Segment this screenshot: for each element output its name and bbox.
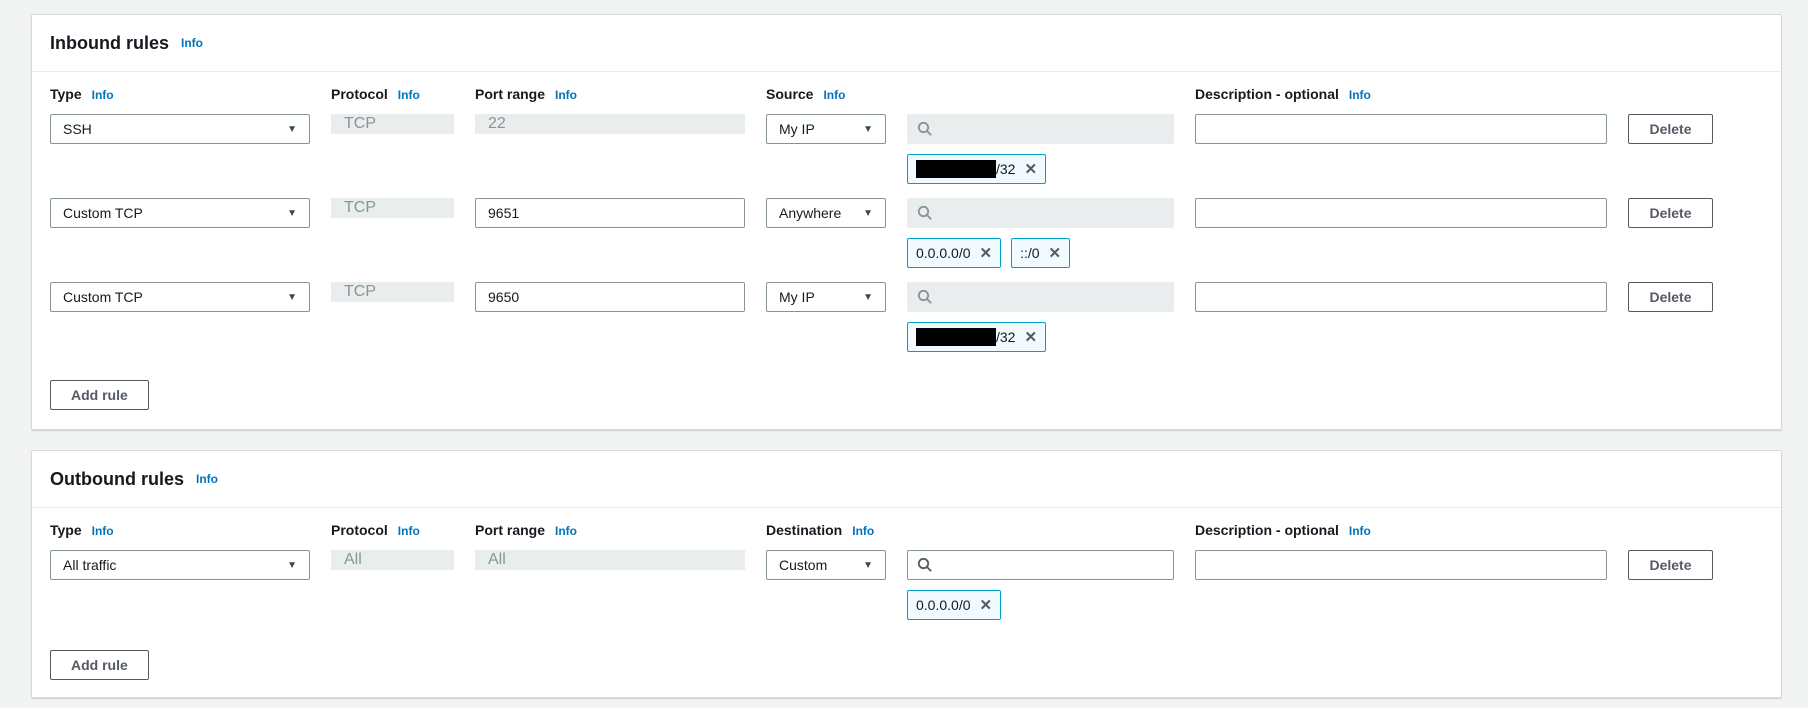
cidr-token: 0.0.0.0/0 ✕	[907, 238, 1001, 268]
type-select[interactable]: Custom TCP ▼	[50, 198, 310, 228]
chevron-down-icon: ▼	[287, 292, 297, 303]
description-input[interactable]	[1195, 282, 1607, 312]
remove-token-icon[interactable]: ✕	[1024, 162, 1037, 177]
inbound-rule-row: Custom TCP ▼ TCP My IP ▼ Delete	[50, 282, 1763, 352]
port-range-input[interactable]	[475, 282, 745, 312]
remove-token-icon[interactable]: ✕	[1049, 246, 1062, 261]
search-icon	[917, 121, 933, 137]
add-rule-button[interactable]: Add rule	[50, 380, 149, 410]
security-group-rules-page: Inbound rules Info Type Info Protocol In…	[0, 0, 1808, 698]
protocol-column-label: Protocol Info	[331, 86, 454, 102]
destination-token-list: 0.0.0.0/0 ✕	[907, 590, 1174, 620]
search-icon	[917, 557, 933, 573]
inbound-rules-body: Type Info Protocol Info Port range Info …	[32, 80, 1781, 410]
destination-info-link[interactable]: Info	[852, 524, 874, 538]
protocol-field: TCP	[331, 198, 454, 218]
outbound-rules-body: Type Info Protocol Info Port range Info …	[32, 516, 1781, 680]
cidr-token: 0.0.0.0/0 ✕	[907, 590, 1001, 620]
destination-search-input[interactable]	[907, 550, 1174, 580]
chevron-down-icon: ▼	[863, 124, 873, 135]
protocol-field: TCP	[331, 114, 454, 134]
destination-type-select[interactable]: Custom ▼	[766, 550, 886, 580]
cidr-token: /32 ✕	[907, 322, 1046, 352]
outbound-rule-row: All traffic ▼ All All Custom ▼ Delete	[50, 550, 1763, 620]
description-column-label: Description - optional Info	[1195, 522, 1607, 538]
inbound-rule-row: SSH ▼ TCP 22 My IP ▼ Delete	[50, 114, 1763, 184]
cidr-token: ::/0 ✕	[1011, 238, 1070, 268]
chevron-down-icon: ▼	[287, 208, 297, 219]
outbound-column-labels: Type Info Protocol Info Port range Info …	[50, 516, 1763, 538]
chevron-down-icon: ▼	[863, 292, 873, 303]
source-search-input	[907, 282, 1174, 312]
source-type-select[interactable]: My IP ▼	[766, 282, 886, 312]
protocol-column-label: Protocol Info	[331, 522, 454, 538]
inbound-column-labels: Type Info Protocol Info Port range Info …	[50, 80, 1763, 102]
remove-token-icon[interactable]: ✕	[980, 598, 993, 613]
chevron-down-icon: ▼	[287, 560, 297, 571]
redacted-ip	[916, 160, 996, 178]
description-info-link[interactable]: Info	[1349, 88, 1371, 102]
outbound-rules-title: Outbound rules	[50, 469, 184, 490]
type-column-label: Type Info	[50, 522, 310, 538]
port-range-info-link[interactable]: Info	[555, 524, 577, 538]
source-type-select[interactable]: My IP ▼	[766, 114, 886, 144]
port-range-field: All	[475, 550, 745, 570]
source-search-input	[907, 198, 1174, 228]
delete-rule-button[interactable]: Delete	[1628, 282, 1713, 312]
redacted-ip	[916, 328, 996, 346]
type-info-link[interactable]: Info	[92, 88, 114, 102]
description-input[interactable]	[1195, 114, 1607, 144]
port-range-column-label: Port range Info	[475, 522, 745, 538]
add-rule-button[interactable]: Add rule	[50, 650, 149, 680]
port-range-input[interactable]	[475, 198, 745, 228]
source-type-select[interactable]: Anywhere ▼	[766, 198, 886, 228]
type-select[interactable]: Custom TCP ▼	[50, 282, 310, 312]
outbound-rules-card: Outbound rules Info Type Info Protocol I…	[31, 450, 1782, 698]
type-info-link[interactable]: Info	[92, 524, 114, 538]
cidr-token: /32 ✕	[907, 154, 1046, 184]
source-column-label: Source Info	[766, 86, 1174, 102]
port-range-field: 22	[475, 114, 745, 134]
delete-rule-button[interactable]: Delete	[1628, 114, 1713, 144]
port-range-info-link[interactable]: Info	[555, 88, 577, 102]
source-token-list: 0.0.0.0/0 ✕ ::/0 ✕	[907, 238, 1174, 268]
port-range-column-label: Port range Info	[475, 86, 745, 102]
delete-rule-button[interactable]: Delete	[1628, 550, 1713, 580]
description-column-label: Description - optional Info	[1195, 86, 1607, 102]
type-column-label: Type Info	[50, 86, 310, 102]
inbound-rules-card: Inbound rules Info Type Info Protocol In…	[31, 14, 1782, 430]
source-token-list: /32 ✕	[907, 154, 1174, 184]
protocol-field: TCP	[331, 282, 454, 302]
chevron-down-icon: ▼	[863, 208, 873, 219]
search-icon	[917, 289, 933, 305]
chevron-down-icon: ▼	[287, 124, 297, 135]
outbound-rules-header: Outbound rules Info	[32, 451, 1781, 508]
protocol-info-link[interactable]: Info	[398, 524, 420, 538]
destination-column-label: Destination Info	[766, 522, 1174, 538]
description-input[interactable]	[1195, 198, 1607, 228]
inbound-rules-header: Inbound rules Info	[32, 15, 1781, 72]
protocol-info-link[interactable]: Info	[398, 88, 420, 102]
source-info-link[interactable]: Info	[823, 88, 845, 102]
description-input[interactable]	[1195, 550, 1607, 580]
delete-rule-button[interactable]: Delete	[1628, 198, 1713, 228]
inbound-rules-title: Inbound rules	[50, 33, 169, 54]
remove-token-icon[interactable]: ✕	[980, 246, 993, 261]
search-icon	[917, 205, 933, 221]
protocol-field: All	[331, 550, 454, 570]
description-info-link[interactable]: Info	[1349, 524, 1371, 538]
type-select[interactable]: All traffic ▼	[50, 550, 310, 580]
type-select[interactable]: SSH ▼	[50, 114, 310, 144]
inbound-rules-info-link[interactable]: Info	[181, 36, 203, 50]
outbound-rules-info-link[interactable]: Info	[196, 472, 218, 486]
remove-token-icon[interactable]: ✕	[1024, 330, 1037, 345]
chevron-down-icon: ▼	[863, 560, 873, 571]
inbound-rule-row: Custom TCP ▼ TCP Anywhere ▼ Delete	[50, 198, 1763, 268]
source-token-list: /32 ✕	[907, 322, 1174, 352]
source-search-input	[907, 114, 1174, 144]
